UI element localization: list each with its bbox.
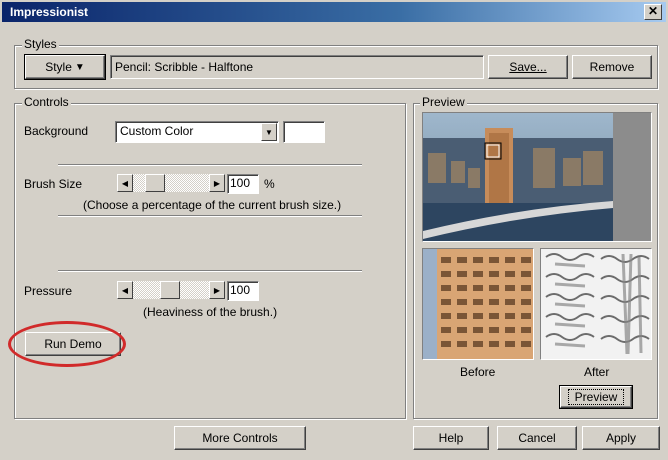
brush-size-value: 100 [230, 176, 251, 190]
after-image [540, 248, 652, 360]
pressure-input[interactable]: 100 [227, 281, 259, 301]
preview-navigator-image[interactable] [422, 112, 652, 242]
separator [58, 270, 362, 272]
triangle-down-icon: ▼ [74, 61, 85, 73]
save-button-label: Save... [509, 60, 547, 74]
after-photo [541, 249, 651, 359]
preview-group-label: Preview [420, 95, 467, 109]
close-icon[interactable]: ✕ [644, 4, 662, 20]
remove-button[interactable]: Remove [572, 55, 652, 79]
controls-group-label: Controls [22, 95, 71, 109]
scroll-left-icon[interactable]: ◀ [117, 281, 133, 299]
preview-button-label: Preview [567, 389, 625, 405]
impressionist-dialog: Impressionist ✕ Styles Style ▼ Pencil: S… [0, 0, 668, 460]
brush-size-hint: (Choose a percentage of the current brus… [83, 198, 342, 212]
scroll-right-icon[interactable]: ▶ [209, 281, 225, 299]
before-photo [423, 249, 533, 359]
more-controls-button[interactable]: More Controls [174, 426, 306, 450]
brush-size-label: Brush Size [24, 177, 83, 191]
apply-button-label: Apply [605, 431, 637, 445]
cancel-button[interactable]: Cancel [497, 426, 577, 450]
brush-size-slider[interactable]: ◀ ▶ [117, 174, 225, 192]
city-photo [423, 113, 651, 241]
current-style-field: Pencil: Scribble - Halftone [110, 55, 484, 79]
scroll-right-icon[interactable]: ▶ [209, 174, 225, 192]
pressure-slider[interactable]: ◀ ▶ [117, 281, 225, 299]
highlight-circle [8, 321, 126, 367]
background-label: Background [24, 124, 89, 138]
background-select[interactable]: Custom Color ▼ [115, 121, 279, 143]
separator [58, 164, 362, 166]
help-button[interactable]: Help [413, 426, 489, 450]
preview-button[interactable]: Preview [559, 385, 633, 409]
window-title: Impressionist [10, 5, 89, 19]
controls-group [14, 103, 406, 419]
style-button[interactable]: Style ▼ [24, 54, 106, 80]
before-label: Before [460, 365, 496, 379]
current-style-text: Pencil: Scribble - Halftone [115, 60, 254, 74]
separator [58, 215, 362, 217]
before-image [422, 248, 534, 360]
after-label: After [584, 365, 610, 379]
custom-color-swatch[interactable] [283, 121, 325, 143]
remove-button-label: Remove [589, 60, 635, 74]
pressure-label: Pressure [24, 284, 73, 298]
scroll-left-icon[interactable]: ◀ [117, 174, 133, 192]
style-button-label: Style [45, 60, 72, 74]
help-button-label: Help [438, 431, 464, 445]
styles-group-label: Styles [22, 37, 59, 51]
slider-thumb[interactable] [160, 281, 180, 299]
apply-button[interactable]: Apply [582, 426, 660, 450]
more-controls-label: More Controls [202, 431, 278, 445]
slider-thumb[interactable] [145, 174, 165, 192]
save-button[interactable]: Save... [488, 55, 568, 79]
chevron-down-icon[interactable]: ▼ [261, 123, 277, 141]
background-select-value: Custom Color [120, 124, 194, 138]
title-bar: Impressionist ✕ [2, 2, 666, 22]
brush-size-unit: % [264, 177, 275, 191]
cancel-button-label: Cancel [518, 431, 556, 445]
pressure-hint: (Heaviness of the brush.) [143, 305, 278, 319]
pressure-value: 100 [230, 283, 251, 297]
brush-size-input[interactable]: 100 [227, 174, 259, 194]
